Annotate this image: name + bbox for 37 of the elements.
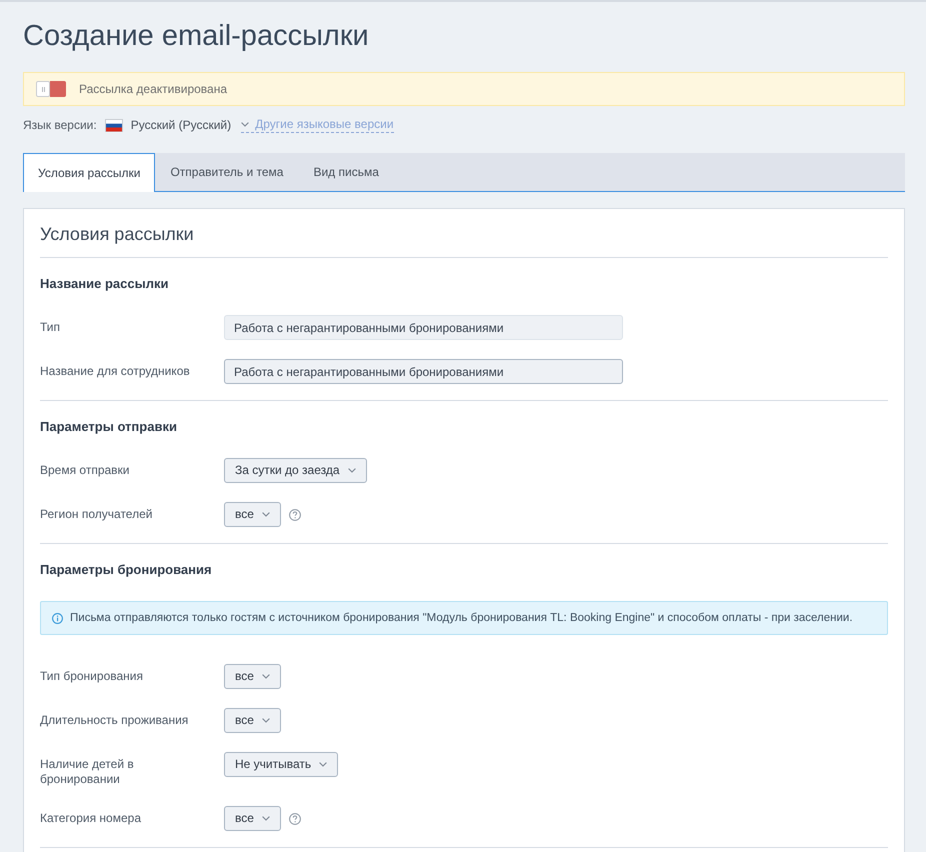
field-label: Тип — [40, 320, 60, 334]
info-icon — [52, 612, 63, 624]
field-label: Наличие детей в бронировании — [40, 757, 134, 786]
field-label: Название для сотрудников — [40, 364, 190, 378]
section-title: Название рассылки — [40, 275, 168, 293]
caret-icon — [262, 718, 270, 723]
tab[interactable]: Вид письма — [298, 153, 394, 191]
panel-title: Условия рассылки — [40, 223, 194, 246]
caret-icon — [262, 512, 270, 517]
tab[interactable]: Отправитель и тема — [155, 153, 298, 191]
section-title: Параметры отправки — [40, 418, 177, 436]
caret-icon — [348, 468, 356, 473]
field-label: Длительность проживания — [40, 713, 188, 727]
caret-icon — [262, 816, 270, 821]
dropdown[interactable]: За сутки до заезда — [224, 458, 367, 483]
dropdown[interactable]: все — [224, 502, 281, 527]
section-title: Параметры бронирования — [40, 561, 212, 579]
language-label: Язык версии: — [23, 117, 97, 134]
caret-icon — [319, 762, 328, 767]
field-label: Тип бронирования — [40, 669, 143, 683]
notice-text: Письма отправляются только гостям с источником бронирования "Модуль бронирования TL: Booking Engine" и способом оплаты - при заселении. — [70, 611, 853, 626]
current-language: Русский (Русский) — [130, 117, 232, 134]
text-field[interactable]: Работа с негарантированными бронированиями — [224, 359, 623, 384]
dropdown[interactable]: все — [224, 806, 281, 831]
dropdown[interactable]: все — [224, 708, 281, 733]
tab[interactable]: Условия рассылки — [23, 153, 156, 192]
toggle-switch[interactable] — [36, 81, 66, 97]
field-label: Регион получателей — [40, 507, 152, 521]
dropdown[interactable]: Не учитывать — [224, 752, 338, 777]
field-label: Категория номера — [40, 811, 142, 825]
page-title: Создание email-рассылки — [23, 19, 369, 54]
caret-icon — [262, 674, 270, 679]
status-text: Рассылка деактивирована — [79, 81, 228, 98]
field-label: Время отправки — [40, 463, 130, 477]
russian-flag-icon — [104, 118, 123, 132]
caret-icon — [241, 122, 250, 127]
dropdown[interactable]: все — [224, 664, 281, 689]
